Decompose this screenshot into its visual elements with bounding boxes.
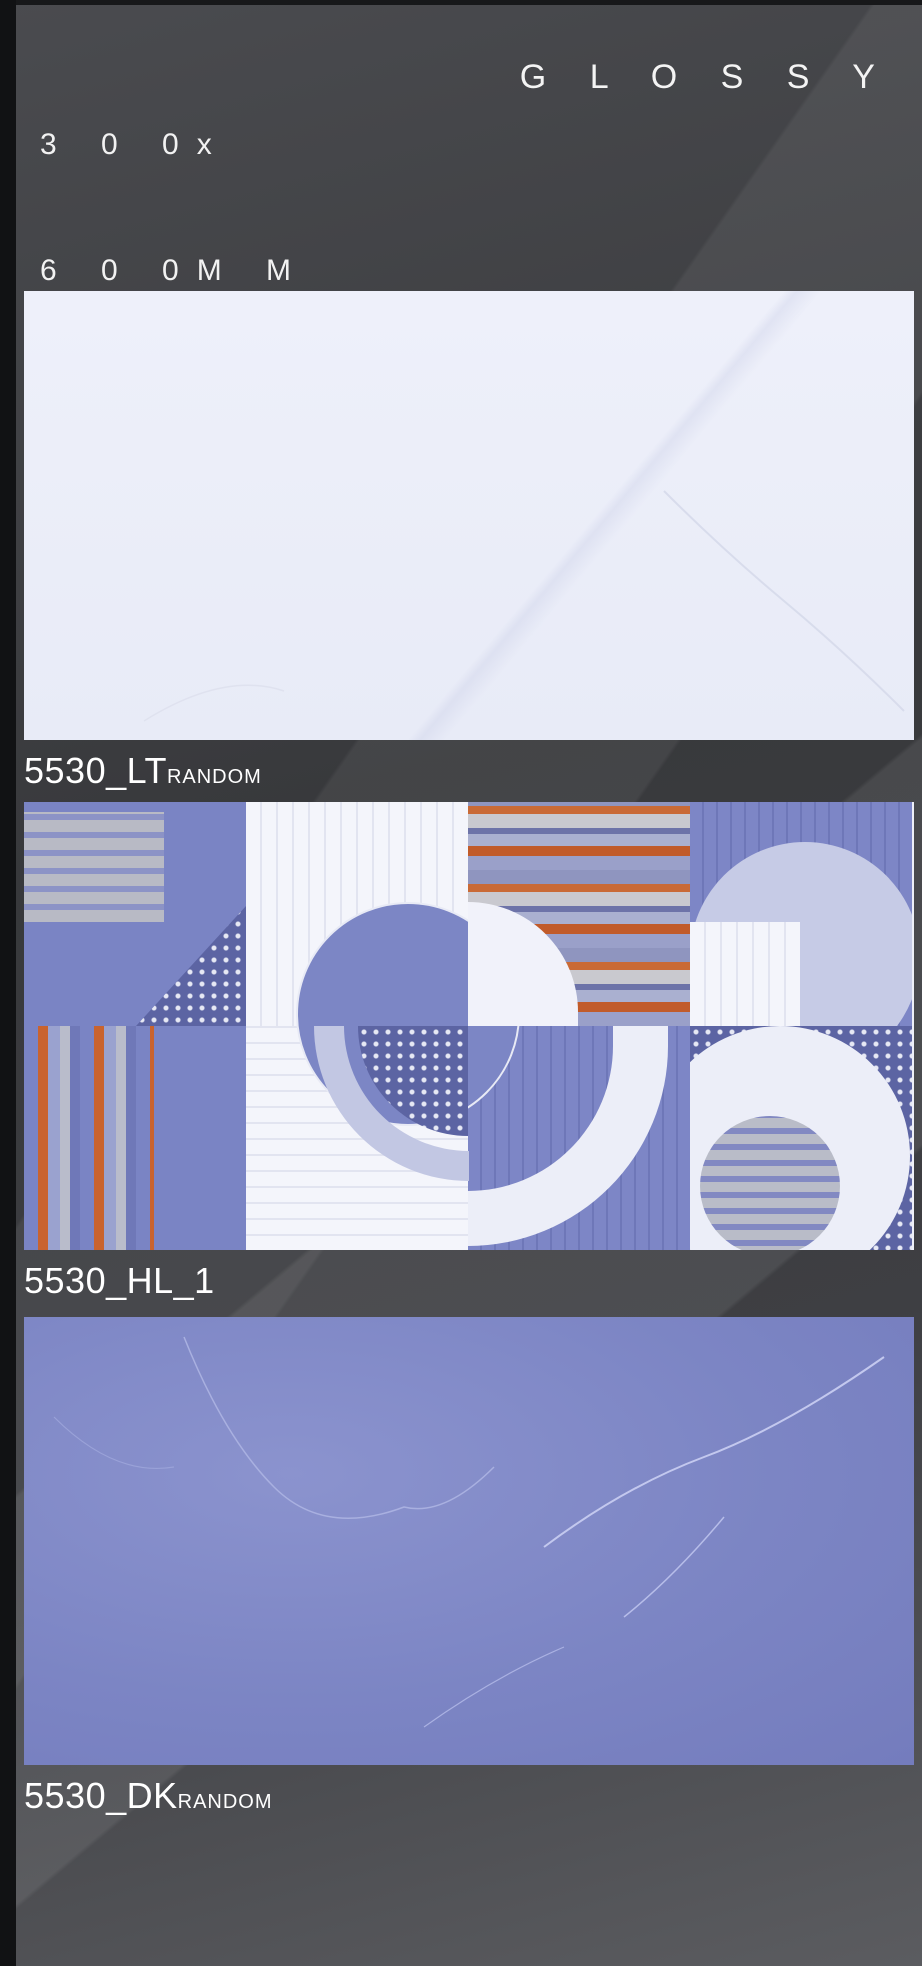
marble-veins [53, 1336, 885, 1728]
finish-label: G L O S S Y [519, 58, 892, 96]
marble-veins [143, 490, 905, 722]
catalog-page: 3 0 0x 6 0 0M M G L O S S Y 5530_LTRANDO… [0, 0, 922, 1966]
tile-code: 5530_DK [24, 1775, 178, 1816]
tile-caption-dark: 5530_DKRANDOM [24, 1775, 273, 1817]
tile-suffix: RANDOM [177, 1791, 273, 1813]
tile-caption-light: 5530_LTRANDOM [24, 750, 262, 792]
tile-code: 5530_HL_1 [24, 1260, 215, 1301]
decor-cell [690, 802, 912, 1026]
tile-image-light [24, 291, 914, 740]
decor-cell [24, 1026, 246, 1250]
tile-image-decor [24, 802, 914, 1250]
left-border [0, 0, 16, 1966]
tile-size-line-1: 3 0 0x [40, 128, 230, 161]
tile-code: 5530_LT [24, 750, 167, 791]
decor-cell [690, 1026, 912, 1250]
tile-suffix: RANDOM [166, 766, 262, 788]
top-border [0, 0, 922, 5]
decor-cell [24, 802, 246, 1026]
tile-size-line-2: 6 0 0M M [40, 254, 310, 287]
tile-image-dark [24, 1317, 914, 1765]
tile-caption-decor: 5530_HL_1 [24, 1260, 215, 1302]
